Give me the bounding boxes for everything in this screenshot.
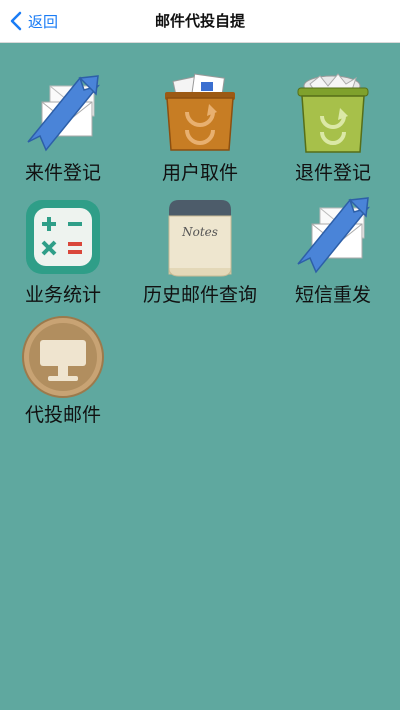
send-mail-icon: [297, 197, 371, 274]
tile-label: 业务统计: [24, 284, 101, 306]
tile-history-mail-query[interactable]: Notes 历史邮件查询: [137, 194, 263, 307]
tile-business-statistics[interactable]: 业务统计: [0, 194, 126, 307]
recycle-bin-icon: [297, 73, 369, 153]
function-grid: 来件登记 用户取件 退件登记 业务统计 Notes 历史邮件查询 短信重发 代投…: [0, 42, 400, 710]
navigation-bar: 返回 邮件代投自提: [0, 0, 400, 43]
tile-label: 用户取件: [161, 162, 238, 184]
tile-label: 来件登记: [24, 162, 101, 184]
svg-text:Notes: Notes: [181, 225, 218, 239]
tile-label: 历史邮件查询: [142, 284, 257, 306]
tile-sms-resend[interactable]: 短信重发: [270, 194, 396, 307]
tile-incoming-registration[interactable]: 来件登记: [0, 72, 126, 185]
tile-label: 代投邮件: [24, 404, 101, 426]
mail-box-icon: [165, 73, 235, 151]
tile-label: 短信重发: [294, 284, 371, 306]
tile-label: 退件登记: [294, 162, 371, 184]
send-mail-icon: [27, 75, 101, 152]
tile-user-pickup[interactable]: 用户取件: [137, 72, 263, 185]
tile-return-registration[interactable]: 退件登记: [270, 72, 396, 185]
tile-delegated-delivery[interactable]: 代投邮件: [0, 314, 126, 427]
notes-icon: Notes: [168, 200, 232, 277]
presentation-icon: [22, 316, 104, 398]
page-title: 邮件代投自提: [154, 12, 245, 30]
calculator-icon: [26, 200, 100, 274]
